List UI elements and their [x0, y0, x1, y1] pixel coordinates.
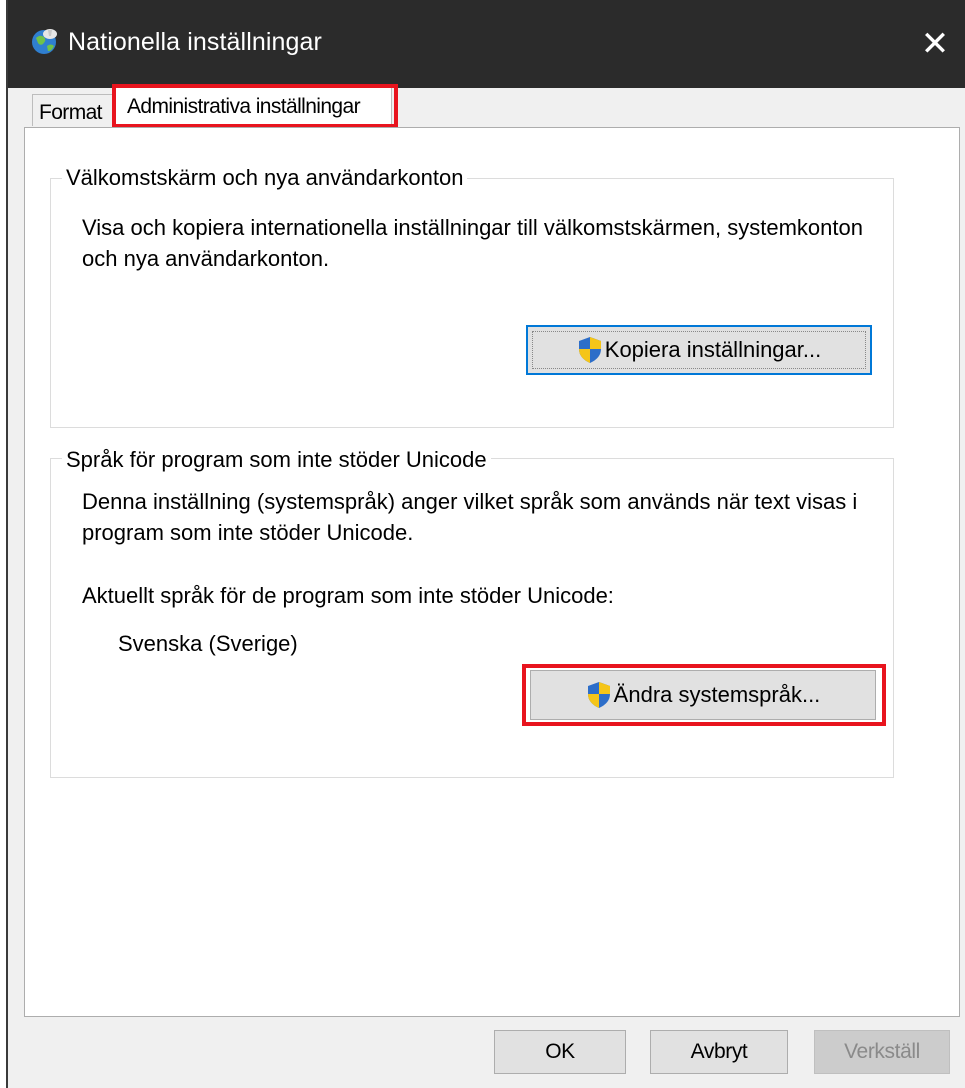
- apply-button[interactable]: Verkställ: [814, 1030, 950, 1074]
- current-language-label: Aktuellt språk för de program som inte s…: [82, 583, 614, 608]
- window-title: Nationella inställningar: [68, 28, 322, 56]
- cancel-button-label: Avbryt: [690, 1040, 748, 1063]
- cancel-button[interactable]: Avbryt: [650, 1030, 788, 1074]
- current-language-value: Svenska (Sverige): [118, 631, 298, 656]
- background-window-edge: [0, 0, 8, 1088]
- highlight-box-change-button: [522, 664, 886, 726]
- tab-format-label: Format: [39, 101, 103, 124]
- focus-rectangle: [532, 331, 866, 369]
- tab-format[interactable]: Format: [32, 94, 114, 126]
- welcome-screen-description: Visa och kopiera internationella inställ…: [82, 215, 863, 271]
- copy-settings-button[interactable]: Kopiera inställningar...: [526, 325, 872, 375]
- unicode-language-group-legend: Språk för program som inte stöder Unicod…: [62, 447, 491, 473]
- ok-button[interactable]: OK: [494, 1030, 626, 1074]
- welcome-screen-group-legend: Välkomstskärm och nya användarkonton: [62, 165, 468, 191]
- unicode-language-description: Denna inställning (systemspråk) anger vi…: [82, 489, 858, 545]
- ok-button-label: OK: [545, 1040, 575, 1063]
- close-icon[interactable]: ✕: [905, 0, 965, 88]
- globe-icon: [32, 29, 57, 54]
- regional-settings-dialog: Nationella inställningar ✕ Format Admini…: [8, 0, 965, 1088]
- title-bar[interactable]: Nationella inställningar ✕: [8, 0, 965, 88]
- highlight-box-tab: [112, 84, 398, 128]
- apply-button-label: Verkställ: [844, 1040, 920, 1063]
